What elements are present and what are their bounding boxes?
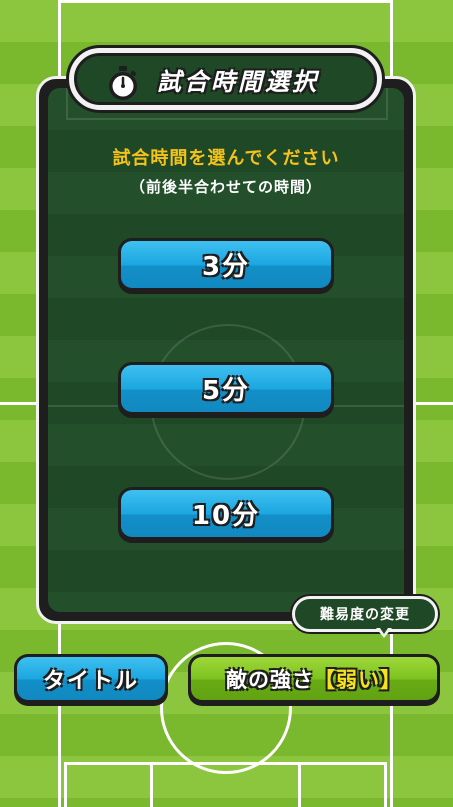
enemy-strength-button[interactable]: 敵の強さ 【弱い】	[188, 654, 440, 706]
enemy-strength-face: 敵の強さ 【弱い】	[191, 657, 437, 700]
back-to-title-label: タイトル	[42, 668, 139, 694]
time-5min-label: 5分	[201, 376, 251, 406]
panel-field-penalty-bottom	[66, 118, 388, 120]
screen-title-inner: 試合時間選択	[74, 53, 377, 105]
time-10min-face: 10分	[121, 490, 331, 537]
field-penalty-box-right	[384, 762, 387, 807]
time-5min-button[interactable]: 5分	[118, 362, 334, 418]
selection-prompt: 試合時間を選んでください	[112, 148, 340, 169]
enemy-strength-value: 【弱い】	[314, 667, 402, 692]
field-goal-box-left	[150, 762, 153, 807]
difficulty-hint-text: 難易度の変更	[320, 607, 410, 623]
field-goal-box-right	[298, 762, 301, 807]
time-10min-label: 10分	[191, 501, 261, 531]
time-3min-face: 3分	[121, 241, 331, 288]
panel-field-penalty-left	[66, 88, 68, 118]
difficulty-hint-bubble: 難易度の変更	[292, 596, 438, 632]
stopwatch-icon	[109, 66, 137, 100]
field-top-line	[58, 0, 393, 3]
back-to-title-button[interactable]: タイトル	[14, 654, 168, 706]
screen-title-plate: 試合時間選択	[66, 45, 385, 113]
time-3min-button[interactable]: 3分	[118, 238, 334, 294]
enemy-strength-label: 敵の強さ	[226, 667, 314, 692]
time-10min-button[interactable]: 10分	[118, 487, 334, 543]
back-to-title-face: タイトル	[17, 657, 165, 700]
bubble-tail-inner	[380, 628, 388, 634]
field-penalty-box-left	[64, 762, 67, 807]
page-title: 試合時間選択	[157, 67, 319, 96]
selection-subprompt: （前後半合わせての時間）	[129, 178, 322, 196]
time-5min-face: 5分	[121, 365, 331, 412]
field-penalty-box-top	[64, 762, 387, 765]
time-3min-label: 3分	[201, 252, 251, 282]
panel-field-penalty-right	[386, 88, 388, 118]
